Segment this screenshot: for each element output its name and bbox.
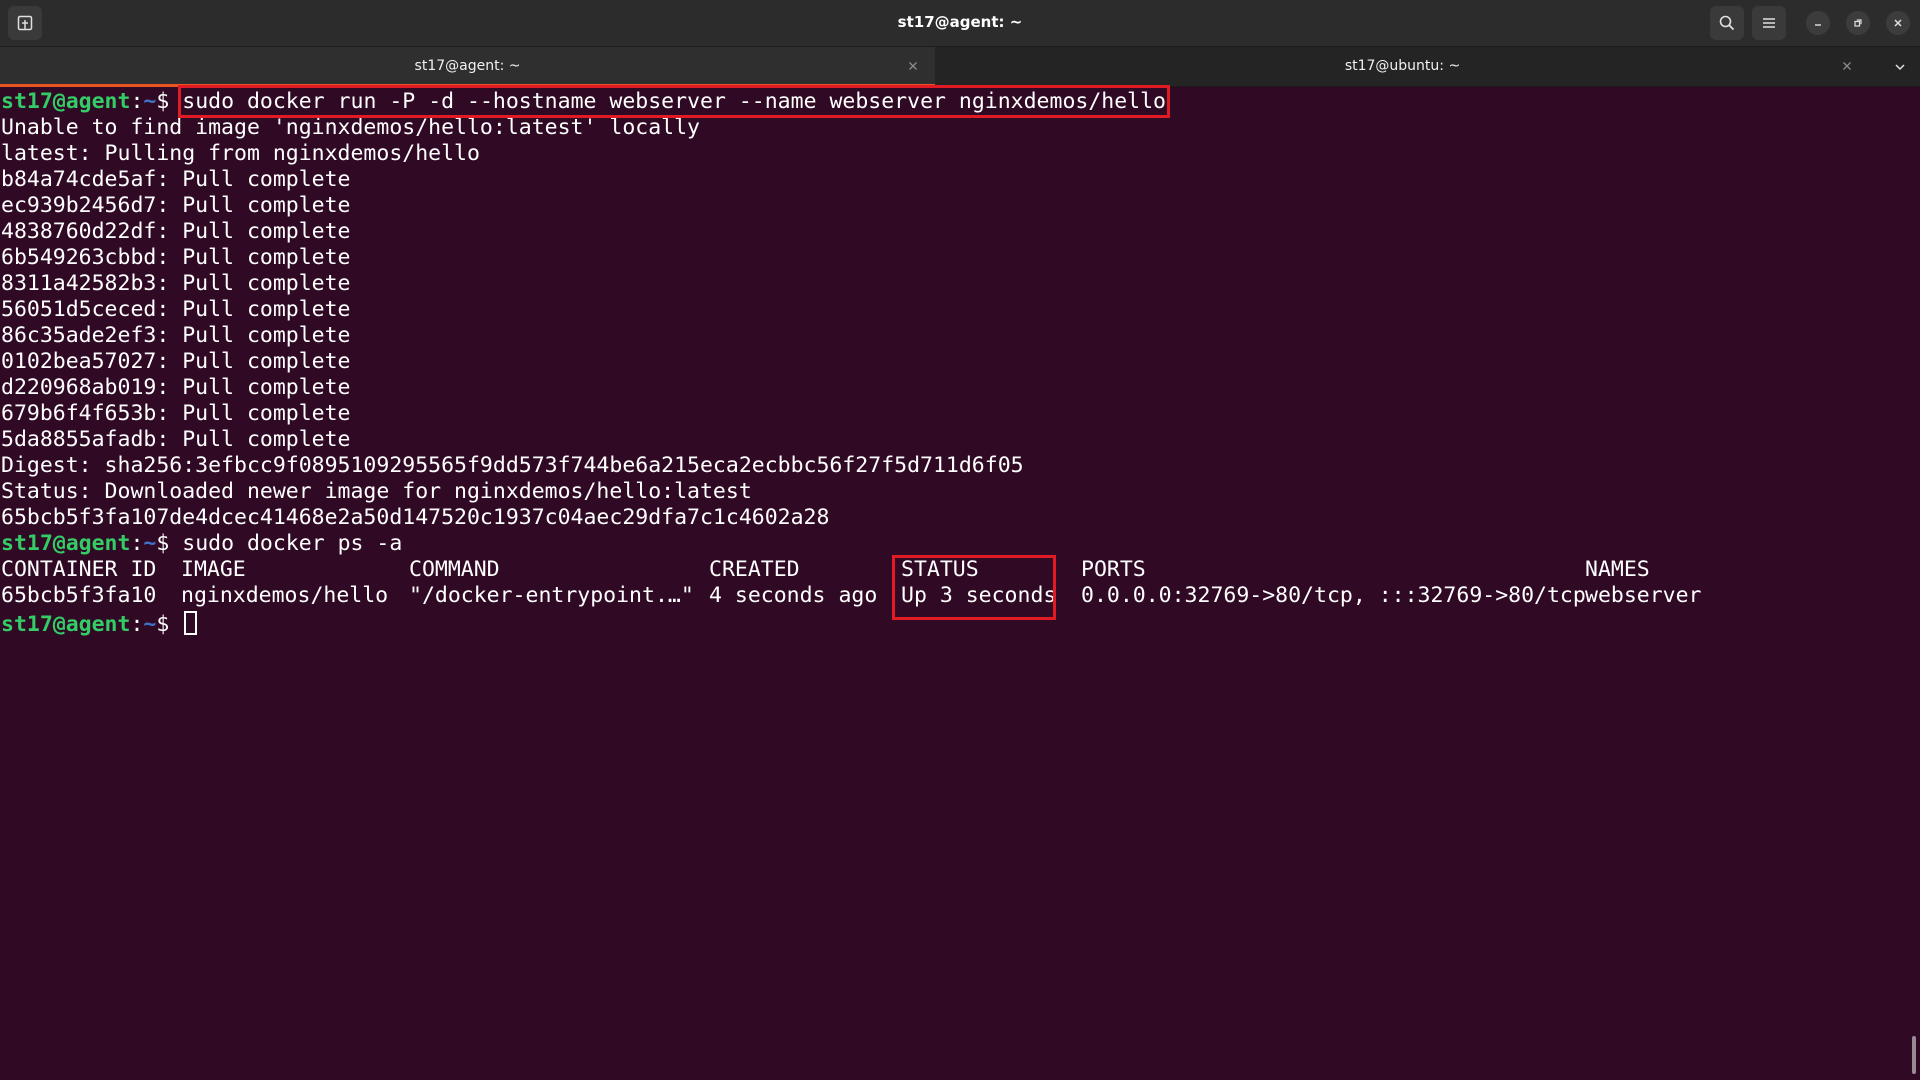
output-line: ec939b2456d7: Pull complete: [1, 193, 351, 218]
ps-header-row: CONTAINER ID IMAGE COMMAND CREATED STATU…: [0, 557, 1920, 583]
tab-dropdown-button[interactable]: [1880, 47, 1920, 87]
prompt-colon: :: [130, 612, 144, 637]
close-icon: [1894, 19, 1902, 27]
tab-close-button[interactable]: [903, 47, 923, 85]
tab-label: st17@ubuntu: ~: [1344, 58, 1461, 74]
tab-st17-agent[interactable]: st17@agent: ~: [0, 47, 935, 87]
title-bar: st17@agent: ~: [0, 0, 1920, 47]
ps-cell-names: webserver: [1585, 583, 1702, 608]
ps-header-status: STATUS: [901, 557, 979, 582]
highlighted-command: sudo docker run -P -d --hostname webserv…: [178, 85, 1171, 118]
output-line: 5da8855afadb: Pull complete: [1, 427, 351, 452]
ps-cell-status: Up 3 seconds: [901, 583, 1057, 608]
tab-label: st17@agent: ~: [414, 58, 521, 74]
docker-ps-table: CONTAINER ID IMAGE COMMAND CREATED STATU…: [0, 557, 1920, 609]
restore-icon: [1854, 19, 1862, 27]
ps-header-created: CREATED: [709, 557, 800, 582]
output-line: Digest: sha256:3efbcc9f0895109295565f9dd…: [1, 453, 1024, 478]
window-title: st17@agent: ~: [897, 13, 1023, 31]
output-line: 8311a42582b3: Pull complete: [1, 271, 351, 296]
prompt-path: ~: [143, 531, 157, 556]
prompt-path: ~: [143, 89, 157, 114]
output-line: 679b6f4f653b: Pull complete: [1, 401, 351, 426]
command-line-ps: st17@agent:~$ sudo docker ps -a: [0, 531, 1920, 557]
output-line: 65bcb5f3fa107de4dcec41468e2a50d147520c19…: [1, 505, 830, 530]
ps-data-row: 65bcb5f3fa10 nginxdemos/hello "/docker-e…: [0, 583, 1920, 609]
output-line: 56051d5ceced: Pull complete: [1, 297, 351, 322]
output-line: d220968ab019: Pull complete: [1, 375, 351, 400]
output-line: 6b549263cbbd: Pull complete: [1, 245, 351, 270]
output-line: b84a74cde5af: Pull complete: [1, 167, 351, 192]
ps-header-ports: PORTS: [1081, 557, 1146, 582]
prompt-symbol: $: [156, 531, 183, 556]
prompt-user-host: st17@agent: [1, 531, 131, 556]
hamburger-menu-icon: [1763, 18, 1775, 28]
chevron-down-icon: [1895, 64, 1905, 71]
tab-st17-ubuntu[interactable]: st17@ubuntu: ~: [935, 47, 1870, 87]
output-line: Unable to find image 'nginxdemos/hello:l…: [1, 115, 700, 140]
prompt-colon: :: [130, 89, 144, 114]
prompt-user-host: st17@agent: [1, 89, 131, 114]
minimize-button[interactable]: [1806, 11, 1830, 35]
command-text: sudo docker ps -a: [182, 531, 403, 556]
tab-close-button[interactable]: [1837, 47, 1857, 85]
ps-cell-command: "/docker-entrypoint.…": [409, 583, 694, 608]
command-line-current: st17@agent:~$: [0, 611, 1920, 638]
ps-cell-created: 4 seconds ago: [709, 583, 878, 608]
menu-button[interactable]: [1752, 6, 1786, 40]
minimize-icon: [1815, 24, 1821, 26]
ps-header-command: COMMAND: [409, 557, 500, 582]
text-cursor: [184, 611, 198, 635]
output-line: latest: Pulling from nginxdemos/hello: [1, 141, 480, 166]
prompt-symbol: $: [156, 612, 183, 637]
ps-cell-container-id: 65bcb5f3fa10: [1, 583, 157, 608]
scrollbar[interactable]: [1912, 1036, 1916, 1074]
close-window-button[interactable]: [1886, 11, 1910, 35]
ps-cell-image: nginxdemos/hello: [181, 583, 389, 608]
ps-header-names: NAMES: [1585, 557, 1650, 582]
prompt-symbol: $: [156, 89, 183, 114]
search-icon: [1719, 15, 1735, 31]
close-icon: [1843, 62, 1851, 70]
output-line: Status: Downloaded newer image for nginx…: [1, 479, 752, 504]
output-line: 4838760d22df: Pull complete: [1, 219, 351, 244]
tab-bar: st17@agent: ~ st17@ubuntu: ~: [0, 47, 1920, 87]
output-line: 86c35ade2ef3: Pull complete: [1, 323, 351, 348]
restore-button[interactable]: [1846, 11, 1870, 35]
ps-header-container-id: CONTAINER ID: [1, 557, 157, 582]
close-icon: [909, 62, 917, 70]
command-line-run: st17@agent:~$ sudo docker run -P -d --ho…: [0, 85, 1920, 118]
ps-header-image: IMAGE: [181, 557, 246, 582]
output-line: 0102bea57027: Pull complete: [1, 349, 351, 374]
search-button[interactable]: [1710, 6, 1744, 40]
prompt-path: ~: [143, 612, 157, 637]
prompt-colon: :: [130, 531, 144, 556]
terminal-output[interactable]: st17@agent:~$ sudo docker run -P -d --ho…: [0, 85, 1920, 1080]
command-output: Unable to find image 'nginxdemos/hello:l…: [0, 115, 1920, 531]
ps-cell-ports: 0.0.0.0:32769->80/tcp, :::32769->80/tcp: [1081, 583, 1586, 608]
